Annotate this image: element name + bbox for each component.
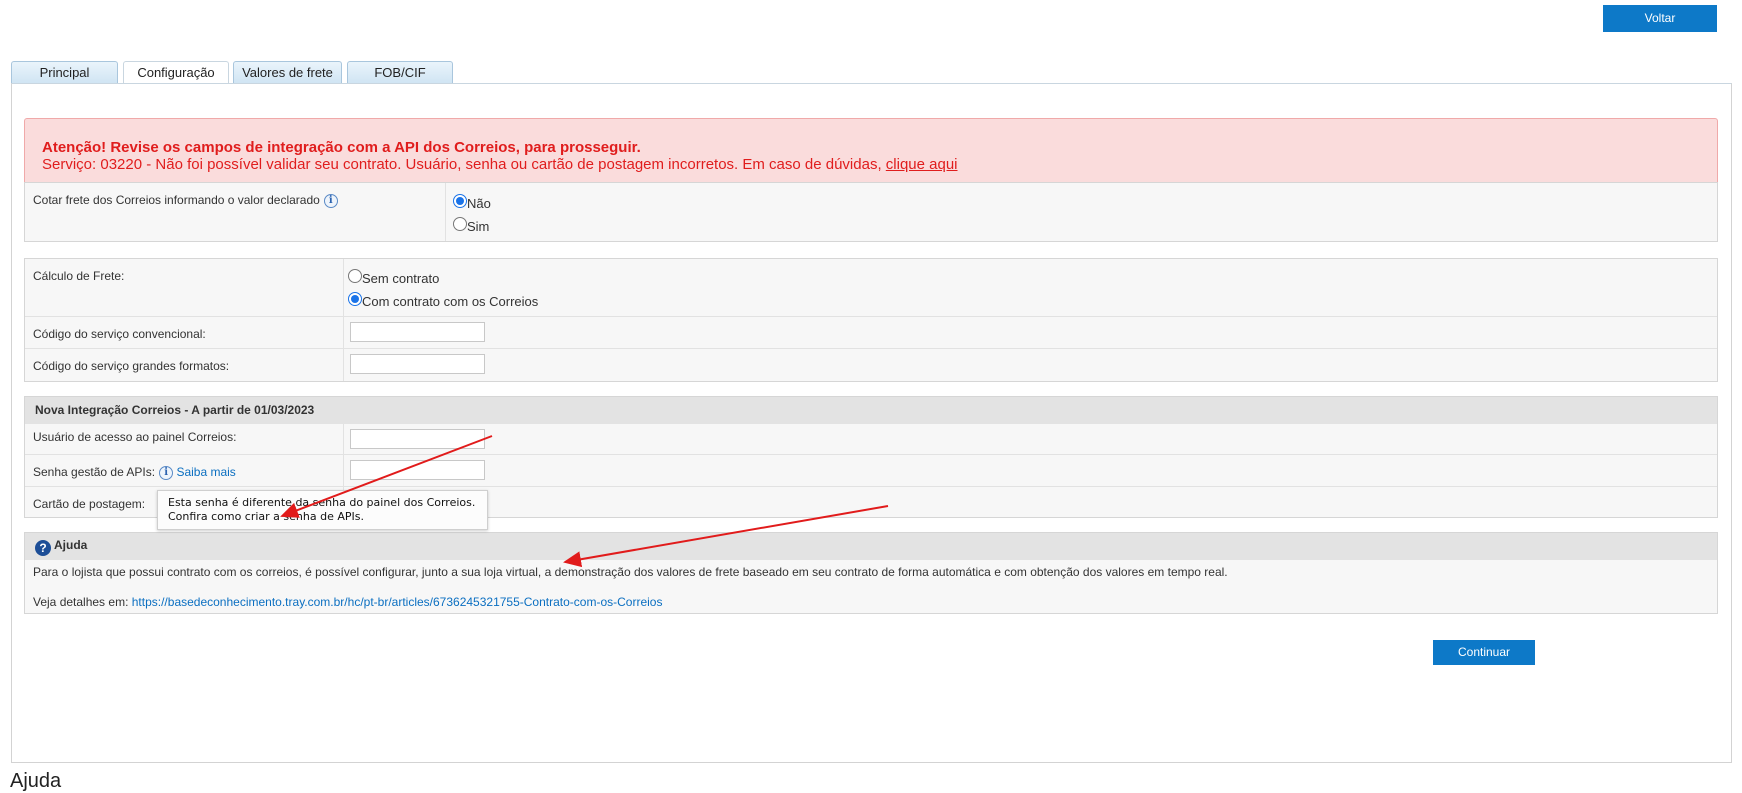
- tab-principal[interactable]: Principal: [11, 61, 118, 84]
- freight-calc-options: Sem contrato Com contrato com os Correio…: [343, 259, 1717, 316]
- radio-nao[interactable]: Não: [453, 192, 491, 211]
- integration-title: Nova Integração Correios - A partir de 0…: [25, 397, 1717, 424]
- help-header: ? Ajuda: [25, 533, 1717, 560]
- password-input[interactable]: [350, 460, 485, 480]
- conventional-service-label: Código do serviço convencional:: [33, 327, 206, 341]
- card-label: Cartão de postagem:: [33, 497, 146, 511]
- info-icon[interactable]: i: [323, 193, 338, 208]
- tab-valores-de-frete[interactable]: Valores de frete: [233, 61, 342, 84]
- freight-calc-row: Cálculo de Frete: Sem contrato Com contr…: [25, 259, 1717, 317]
- help-text: Para o lojista que possui contrato com o…: [33, 565, 1228, 579]
- radio-com-contrato[interactable]: Com contrato com os Correios: [348, 290, 538, 309]
- large-format-service-label: Código do serviço grandes formatos:: [33, 359, 230, 373]
- declared-value-section: Cotar frete dos Correios informando o va…: [24, 182, 1718, 242]
- config-panel: Atenção! Revise os campos de integração …: [11, 83, 1732, 763]
- radio-button[interactable]: [348, 268, 362, 283]
- alert-detail: Serviço: 03220 - Não foi possível valida…: [42, 156, 958, 173]
- help-details: Veja detalhes em: https://basedeconhecim…: [33, 595, 663, 609]
- conventional-service-input[interactable]: [350, 322, 485, 342]
- knowledge-base-link[interactable]: https://basedeconhecimento.tray.com.br/h…: [132, 595, 663, 609]
- user-label: Usuário de acesso ao painel Correios:: [33, 430, 237, 444]
- tab-configuracao[interactable]: Configuração: [123, 61, 229, 85]
- declared-value-label: Cotar frete dos Correios informando o va…: [33, 193, 338, 208]
- large-format-service-row: Código do serviço grandes formatos:: [25, 349, 1717, 381]
- user-row: Usuário de acesso ao painel Correios:: [25, 424, 1717, 455]
- radio-sim[interactable]: Sim: [453, 215, 489, 234]
- help-title: Ajuda: [54, 538, 88, 552]
- declared-value-row: Cotar frete dos Correios informando o va…: [25, 183, 1717, 241]
- radio-button[interactable]: [453, 216, 467, 231]
- error-alert: Atenção! Revise os campos de integração …: [24, 118, 1718, 191]
- password-row: Senha gestão de APIs: i Saiba mais: [25, 455, 1717, 487]
- learn-more-link[interactable]: Saiba mais: [176, 465, 235, 479]
- conventional-service-row: Código do serviço convencional:: [25, 317, 1717, 349]
- alert-help-link[interactable]: clique aqui: [886, 156, 958, 173]
- radio-sem-contrato[interactable]: Sem contrato: [348, 267, 439, 286]
- password-label: Senha gestão de APIs: i Saiba mais: [33, 465, 236, 480]
- bottom-help-title: Ajuda: [10, 770, 62, 792]
- help-icon: ?: [35, 540, 51, 556]
- radio-button-selected[interactable]: [453, 193, 467, 208]
- freight-calc-label: Cálculo de Frete:: [33, 269, 125, 283]
- freight-section: Cálculo de Frete: Sem contrato Com contr…: [24, 258, 1718, 382]
- declared-value-options: Não Sim: [445, 183, 1717, 241]
- password-tooltip: Esta senha é diferente da senha do paine…: [157, 490, 488, 530]
- continue-button[interactable]: Continuar: [1433, 640, 1535, 665]
- large-format-service-input[interactable]: [350, 354, 485, 374]
- radio-button-selected[interactable]: [348, 291, 362, 306]
- back-button[interactable]: Voltar: [1603, 5, 1717, 32]
- info-icon[interactable]: i: [159, 465, 174, 480]
- help-section: ? Ajuda Para o lojista que possui contrat…: [24, 532, 1718, 614]
- user-input[interactable]: [350, 429, 485, 449]
- tab-fob-cif[interactable]: FOB/CIF: [347, 61, 453, 84]
- alert-title: Atenção! Revise os campos de integração …: [42, 139, 641, 156]
